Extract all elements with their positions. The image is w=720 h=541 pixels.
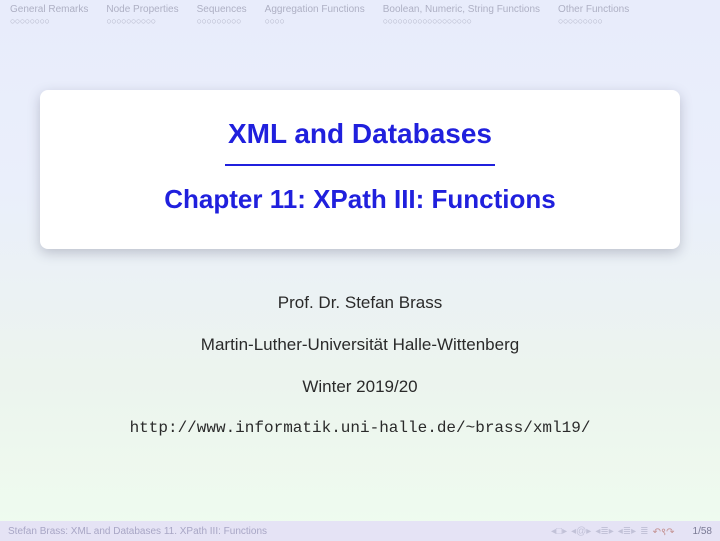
outline-button[interactable]: ≣	[640, 526, 648, 537]
nav-progress-dots: ○○○○○○○○○	[558, 16, 629, 26]
nav-controls: ◂□▸ ◂@▸ ◂≣▸ ◂≣▸ ≣ ↶९↷	[551, 524, 675, 538]
nav-progress-dots: ○○○○○○○○○○	[106, 16, 178, 26]
nav-progress-dots: ○○○○○○○○	[10, 16, 88, 26]
nav-sections: General Remarks ○○○○○○○○ Node Properties…	[0, 0, 720, 26]
next-slide-button[interactable]: ◂≣▸	[618, 526, 636, 537]
prev-slide-button[interactable]: ◂≣▸	[595, 526, 613, 537]
nav-item[interactable]: Other Functions ○○○○○○○○○	[558, 4, 629, 26]
institution: Martin-Luther-Universität Halle-Wittenbe…	[0, 335, 720, 355]
course-url[interactable]: http://www.informatik.uni-halle.de/~bras…	[0, 419, 720, 437]
back-forward-button[interactable]: ↶९↷	[653, 524, 675, 538]
nav-item[interactable]: Sequences ○○○○○○○○○	[197, 4, 247, 26]
nav-title: Boolean, Numeric, String Functions	[383, 4, 540, 15]
nav-item[interactable]: General Remarks ○○○○○○○○	[10, 4, 88, 26]
slide-subtitle: Chapter 11: XPath III: Functions	[70, 184, 650, 215]
nav-item[interactable]: Aggregation Functions ○○○○	[265, 4, 365, 26]
page-counter[interactable]: 1/58	[693, 526, 712, 537]
nav-title: Node Properties	[106, 4, 178, 15]
nav-title: General Remarks	[10, 4, 88, 15]
author-name: Prof. Dr. Stefan Brass	[0, 293, 720, 313]
nav-title: Aggregation Functions	[265, 4, 365, 15]
nav-title: Sequences	[197, 4, 247, 15]
footer-credit: Stefan Brass: XML and Databases 11. XPat…	[8, 526, 267, 537]
nav-item[interactable]: Boolean, Numeric, String Functions ○○○○○…	[383, 4, 540, 26]
title-card: XML and Databases Chapter 11: XPath III:…	[40, 90, 680, 249]
nav-progress-dots: ○○○○	[265, 16, 365, 26]
title-divider	[225, 164, 495, 166]
first-slide-button[interactable]: ◂□▸	[551, 526, 567, 537]
slide-title: XML and Databases	[70, 118, 650, 150]
meta-block: Prof. Dr. Stefan Brass Martin-Luther-Uni…	[0, 293, 720, 397]
footer-bar: Stefan Brass: XML and Databases 11. XPat…	[0, 521, 720, 541]
nav-progress-dots: ○○○○○○○○○○○○○○○○○○	[383, 16, 540, 26]
term: Winter 2019/20	[0, 377, 720, 397]
nav-item[interactable]: Node Properties ○○○○○○○○○○	[106, 4, 178, 26]
nav-title: Other Functions	[558, 4, 629, 15]
nav-progress-dots: ○○○○○○○○○	[197, 16, 247, 26]
prev-section-button[interactable]: ◂@▸	[571, 526, 591, 537]
